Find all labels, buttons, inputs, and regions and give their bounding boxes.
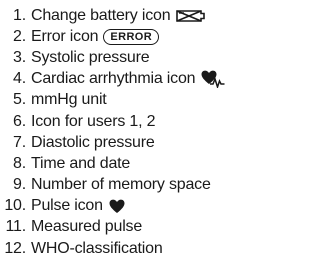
item-label: Pulse icon	[31, 197, 103, 215]
item-label: mmHg unit	[31, 91, 107, 109]
item-number: 4.	[13, 70, 26, 88]
heart-icon	[109, 199, 125, 214]
item-label: Systolic pressure	[31, 48, 150, 66]
item-number: 7.	[13, 133, 26, 151]
item-number: 3.	[13, 48, 26, 66]
item-number: 2.	[13, 27, 26, 45]
legend-list: 1. Change battery icon 2. Error icon ERR…	[0, 5, 267, 259]
error-badge: ERROR	[103, 28, 160, 45]
item-label: Measured pulse	[31, 218, 143, 236]
item-number: 9.	[13, 176, 26, 194]
legend-item: 11. Measured pulse	[0, 217, 267, 238]
item-label: Diastolic pressure	[31, 133, 155, 151]
item-label: WHO-classification	[31, 239, 163, 257]
legend-item: 7. Diastolic pressure	[0, 132, 267, 153]
item-label: Icon for users 1, 2	[31, 112, 156, 130]
legend-item: 10. Pulse icon	[0, 196, 267, 217]
item-number: 1.	[13, 6, 26, 24]
legend-item: 5. mmHg unit	[0, 90, 267, 111]
legend-item: 9. Number of memory space	[0, 175, 267, 196]
legend-item: 4. Cardiac arrhythmia icon	[0, 69, 267, 90]
item-number: 5.	[13, 91, 26, 109]
heart-arrhythmia-icon	[201, 70, 225, 89]
item-number: 6.	[13, 112, 26, 130]
item-number: 11.	[5, 218, 27, 236]
legend-item: 6. Icon for users 1, 2	[0, 111, 267, 132]
item-label: Error icon	[31, 27, 99, 45]
legend-item: 3. Systolic pressure	[0, 47, 267, 68]
legend-item: 1. Change battery icon	[0, 5, 267, 26]
item-number: 12.	[4, 239, 26, 257]
legend-item: 2. Error icon ERROR	[0, 26, 267, 47]
legend-item: 12. WHO-classification	[0, 238, 267, 259]
item-number: 8.	[13, 154, 26, 172]
legend-item: 8. Time and date	[0, 153, 267, 174]
item-label: Time and date	[31, 154, 131, 172]
battery-icon	[176, 8, 206, 24]
item-label: Cardiac arrhythmia icon	[31, 70, 196, 88]
item-label: Number of memory space	[31, 176, 211, 194]
item-label: Change battery icon	[31, 6, 171, 24]
item-number: 10.	[4, 197, 26, 215]
